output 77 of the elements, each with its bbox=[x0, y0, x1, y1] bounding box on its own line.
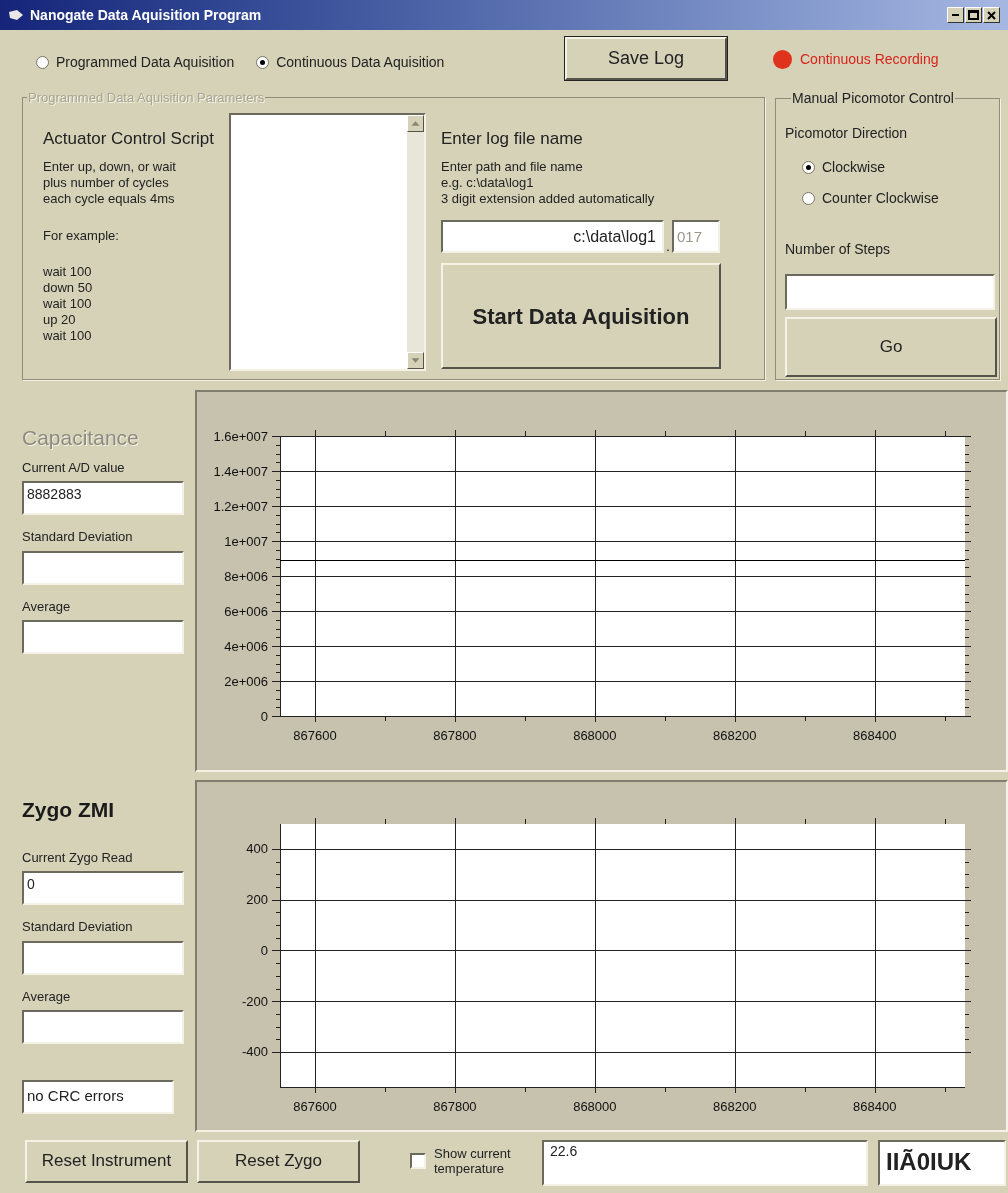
checkbox-label[interactable]: Show current temperature bbox=[434, 1146, 526, 1176]
steps-field[interactable] bbox=[785, 274, 995, 310]
axis-label: 200 bbox=[246, 892, 268, 908]
axis-label: -200 bbox=[241, 993, 268, 1009]
maximize-button[interactable] bbox=[965, 7, 982, 23]
field-label: Average bbox=[22, 987, 72, 1006]
radio-button[interactable] bbox=[802, 161, 815, 174]
checkbox[interactable] bbox=[410, 1153, 426, 1169]
scrollbar[interactable] bbox=[407, 114, 424, 369]
example-heading: For example: bbox=[43, 227, 120, 245]
close-button[interactable] bbox=[983, 7, 1000, 23]
panel-title: Zygo ZMI bbox=[22, 797, 116, 823]
maximize-icon bbox=[968, 10, 979, 20]
value-field[interactable]: 0 bbox=[22, 871, 184, 905]
example-text: wait 100 down 50 wait 100 up 20 wait 100 bbox=[43, 263, 94, 344]
app-icon bbox=[8, 9, 24, 21]
radio-button[interactable] bbox=[256, 55, 270, 69]
reset-button[interactable]: Reset Instrument bbox=[25, 1139, 188, 1183]
close-icon bbox=[987, 10, 996, 20]
field-label: Picomotor Direction bbox=[785, 124, 909, 143]
axis-label: 1.2e+007 bbox=[213, 498, 268, 514]
code-field[interactable]: IIÃ0IUK bbox=[878, 1140, 1006, 1186]
field-label: Average bbox=[22, 597, 72, 616]
save-log-button[interactable]: Save Log bbox=[565, 36, 727, 80]
radio-button[interactable] bbox=[36, 55, 49, 69]
axis-label: 867600 bbox=[293, 728, 337, 743]
axis-label: 868000 bbox=[573, 1099, 617, 1114]
group-title: Manual Picomotor Control bbox=[791, 89, 955, 108]
axis-label: 867800 bbox=[433, 1099, 477, 1114]
axis-label: -400 bbox=[241, 1044, 268, 1060]
axis-label: 2e+006 bbox=[224, 673, 268, 689]
axis-label: 0 bbox=[260, 708, 268, 724]
reset-button[interactable]: Reset Zygo bbox=[197, 1139, 360, 1183]
axis-label: 4e+006 bbox=[224, 638, 268, 654]
help-text: Enter up, down, or wait plus number of cycles each cycle equals 4ms bbox=[43, 159, 177, 207]
field-label: Number of Steps bbox=[785, 240, 892, 259]
value-field[interactable] bbox=[22, 620, 184, 654]
value-field[interactable] bbox=[22, 550, 184, 585]
axis-label: 867600 bbox=[293, 1099, 337, 1114]
status-field[interactable]: no CRC errors bbox=[22, 1080, 174, 1114]
axis-label: 400 bbox=[246, 841, 268, 857]
help-text: Enter path and file name e.g. c:\data\log1 3 digit extension added automatically bbox=[441, 159, 656, 207]
axis-label: 1.4e+007 bbox=[213, 463, 268, 479]
recording-status: Continuous Recording bbox=[800, 49, 939, 69]
field-label: Standard Deviation bbox=[22, 528, 134, 546]
axis-label: 868400 bbox=[853, 728, 897, 743]
axis-label: 6e+006 bbox=[224, 603, 268, 619]
temperature-field[interactable]: 22.6 bbox=[542, 1140, 868, 1186]
field-label: Current Zygo Read bbox=[22, 848, 134, 867]
axis-label: 8e+006 bbox=[224, 568, 268, 584]
radio-label[interactable]: Programmed Data Aquisition bbox=[56, 51, 235, 73]
value-field[interactable] bbox=[22, 940, 184, 975]
axis-label: 868000 bbox=[573, 728, 617, 743]
scroll-down-button[interactable] bbox=[407, 351, 424, 369]
axis-label: 0 bbox=[260, 942, 268, 958]
section-heading: Enter log file name bbox=[441, 127, 584, 150]
value-field[interactable] bbox=[22, 1010, 184, 1044]
minimize-button[interactable] bbox=[947, 7, 964, 23]
field-label: Standard Deviation bbox=[22, 918, 134, 936]
axis-label: 868200 bbox=[713, 1099, 757, 1114]
scroll-up-button[interactable] bbox=[407, 114, 424, 132]
radio-label[interactable]: Continuous Data Aquisition bbox=[276, 51, 445, 73]
radio-label[interactable]: Counter Clockwise bbox=[822, 188, 939, 209]
radio-label[interactable]: Clockwise bbox=[822, 157, 885, 178]
go-button[interactable]: Go bbox=[785, 317, 997, 377]
axis-label: 867800 bbox=[433, 728, 477, 743]
minimize-icon bbox=[952, 14, 959, 16]
axis-label: 1e+007 bbox=[224, 533, 268, 549]
axis-label: 868400 bbox=[853, 1099, 897, 1114]
radio-button[interactable] bbox=[802, 192, 815, 205]
axis-label: 1.6e+007 bbox=[213, 428, 268, 444]
panel-title: Capacitance bbox=[22, 425, 140, 451]
axis-label: 868200 bbox=[713, 728, 757, 743]
field-label: Current A/D value bbox=[22, 458, 126, 477]
window-title: Nanogate Data Aquisition Program bbox=[30, 5, 262, 25]
separator-text: . bbox=[665, 239, 671, 253]
section-heading: Actuator Control Script bbox=[43, 127, 215, 150]
